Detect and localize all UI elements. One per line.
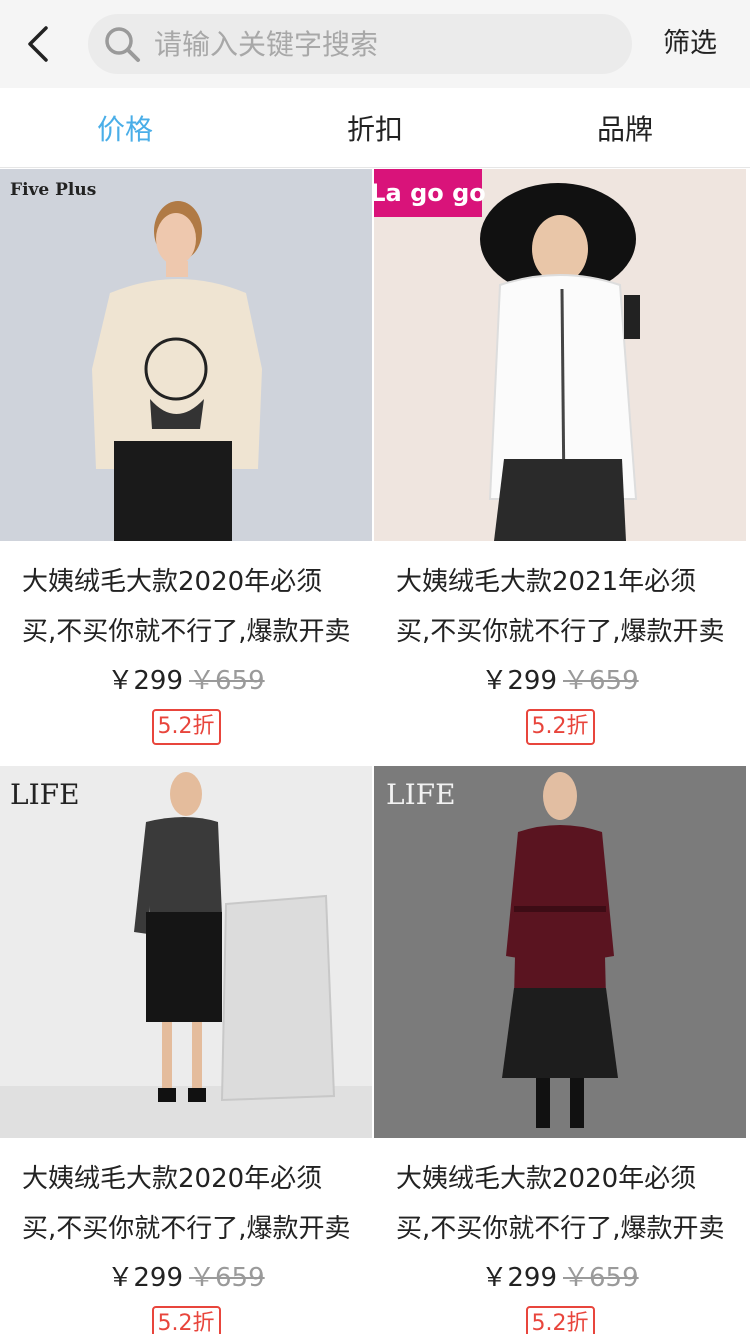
- discount-badge: 5.2折: [151, 709, 221, 745]
- product-name[interactable]: 大姨绒毛大款2021年必须买,不买你就不行了,爆款开卖: [396, 557, 726, 657]
- tab-discount[interactable]: 折扣: [250, 88, 500, 167]
- discount-badge: 5.2折: [525, 709, 595, 745]
- original-price: ￥659: [189, 1263, 265, 1293]
- original-price: ￥659: [563, 1263, 639, 1293]
- original-price: ￥659: [563, 666, 639, 696]
- chevron-left-icon: [28, 26, 48, 62]
- tab-price[interactable]: 价格: [0, 88, 250, 167]
- top-bar: 筛选: [0, 0, 750, 88]
- current-price: ￥299: [107, 666, 183, 696]
- brand-logo: LIFE: [386, 778, 456, 811]
- product-image[interactable]: LIFE: [0, 766, 372, 1138]
- original-price: ￥659: [189, 666, 265, 696]
- product-image[interactable]: Five Plus: [0, 169, 372, 541]
- price-row: ￥299 ￥659: [0, 1256, 372, 1300]
- search-bar[interactable]: [88, 14, 632, 74]
- current-price: ￥299: [481, 1263, 557, 1293]
- search-icon: [105, 27, 140, 62]
- current-price: ￥299: [481, 666, 557, 696]
- tab-brand[interactable]: 品牌: [500, 88, 750, 167]
- brand-logo: Five Plus: [10, 180, 96, 200]
- sort-tabs: 价格 折扣 品牌: [0, 88, 750, 168]
- product-card[interactable]: La go go 大姨绒毛大款2021年必须买,不买你就不行了,爆款开卖 ￥29…: [374, 169, 746, 765]
- price-row: ￥299 ￥659: [374, 1256, 746, 1300]
- current-price: ￥299: [107, 1263, 183, 1293]
- product-card[interactable]: LIFE 大姨绒毛大款2020年必须买,不买你就不行了,爆款开卖 ￥299 ￥65…: [0, 766, 372, 1334]
- back-button[interactable]: [18, 18, 62, 70]
- product-name[interactable]: 大姨绒毛大款2020年必须买,不买你就不行了,爆款开卖: [22, 1154, 352, 1254]
- product-card[interactable]: Five Plus 大姨绒毛大款2020年必须买,不买你就不行了,爆款开卖 ￥2…: [0, 169, 372, 765]
- price-row: ￥299 ￥659: [374, 659, 746, 703]
- product-name[interactable]: 大姨绒毛大款2020年必须买,不买你就不行了,爆款开卖: [22, 557, 352, 657]
- product-image[interactable]: La go go: [374, 169, 746, 541]
- filter-button[interactable]: 筛选: [654, 22, 726, 66]
- product-card[interactable]: LIFE 大姨绒毛大款2020年必须买,不买你就不行了,爆款开卖 ￥299 ￥65…: [374, 766, 746, 1334]
- price-row: ￥299 ￥659: [0, 659, 372, 703]
- discount-badge: 5.2折: [525, 1306, 595, 1334]
- discount-badge: 5.2折: [151, 1306, 221, 1334]
- product-name[interactable]: 大姨绒毛大款2020年必须买,不买你就不行了,爆款开卖: [396, 1154, 726, 1254]
- brand-logo: La go go: [374, 179, 486, 207]
- product-image[interactable]: LIFE: [374, 766, 746, 1138]
- brand-logo: LIFE: [10, 778, 80, 811]
- search-input[interactable]: [154, 14, 614, 74]
